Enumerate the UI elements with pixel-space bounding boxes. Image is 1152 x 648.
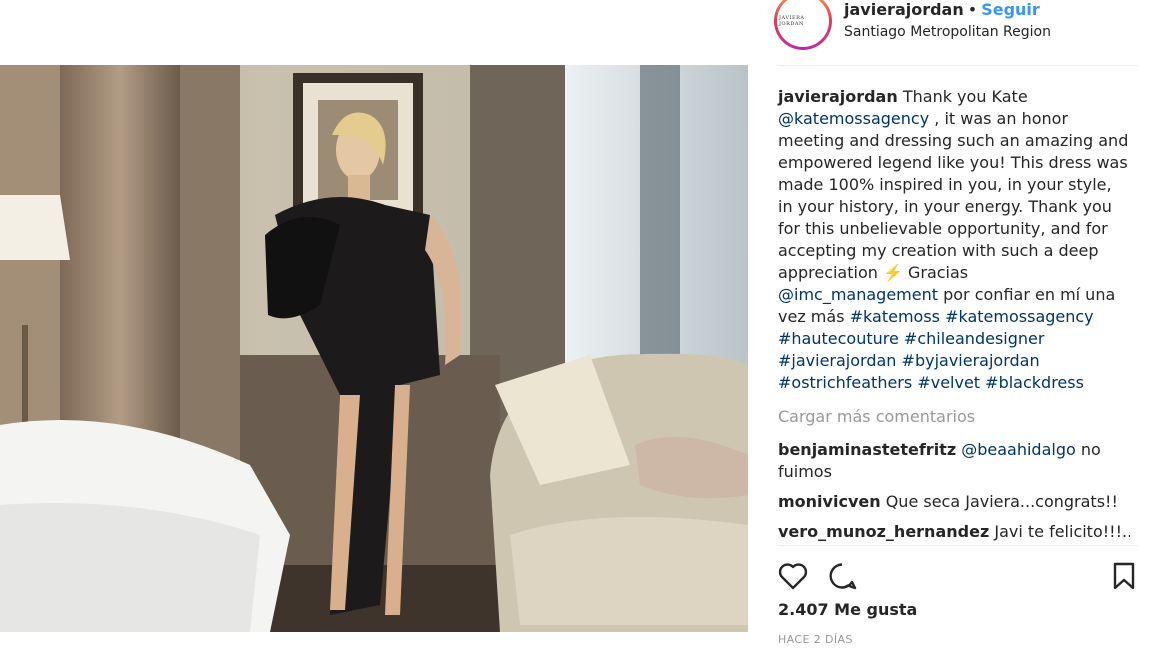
caption-hashtag-link[interactable]: #hautecouture bbox=[778, 329, 899, 348]
caption-hashtag-link[interactable]: #javierajordan bbox=[778, 351, 896, 370]
comment-username-link[interactable]: vero_munoz_hernandez bbox=[778, 522, 989, 541]
comment-item: benjaminastetefritz @beaahidalgo no fuim… bbox=[778, 439, 1130, 483]
avatar[interactable]: JAVIERA JORDAN bbox=[777, 0, 829, 47]
caption-text: Thank you Kate bbox=[902, 87, 1028, 106]
post-caption: javierajordan Thank you Kate @katemossag… bbox=[778, 86, 1130, 394]
caption-mention-link[interactable]: @katemossagency bbox=[778, 109, 929, 128]
load-more-comments-button[interactable]: Cargar más comentarios bbox=[778, 407, 975, 426]
caption-text: , it was an honor meeting and dressing s… bbox=[778, 109, 1129, 282]
post-header: JAVIERA JORDAN javierajordan • Seguir Sant… bbox=[774, 0, 1138, 66]
comment-mention-link[interactable]: @beaahidalgo bbox=[961, 440, 1076, 459]
caption-hashtag-link[interactable]: #velvet bbox=[917, 373, 980, 392]
header-title-row: javierajordan • Seguir bbox=[844, 0, 1040, 20]
likes-count[interactable]: 2.407 Me gusta bbox=[778, 600, 917, 619]
post-photo-illustration bbox=[0, 65, 748, 632]
location-link[interactable]: Santiago Metropolitan Region bbox=[844, 24, 1051, 40]
comment-item: monivicven Que seca Javiera...congrats!! bbox=[778, 491, 1130, 513]
avatar-logo-text: JAVIERA JORDAN bbox=[779, 15, 805, 27]
caption-hashtag-link[interactable]: #chileandesigner bbox=[904, 329, 1045, 348]
caption-hashtag-link[interactable]: #byjavierajordan bbox=[902, 351, 1040, 370]
heart-icon[interactable] bbox=[778, 562, 808, 594]
caption-hashtag-link[interactable]: #katemossagency bbox=[945, 307, 1094, 326]
follow-button[interactable]: Seguir bbox=[981, 0, 1040, 19]
comment-username-link[interactable]: monivicven bbox=[778, 492, 881, 511]
caption-username-link[interactable]: javierajordan bbox=[778, 87, 898, 106]
caption-hashtag-link[interactable]: #ostrichfeathers bbox=[778, 373, 912, 392]
comment-icon[interactable] bbox=[828, 562, 858, 594]
post-sidebar: JAVIERA JORDAN javierajordan • Seguir Sant… bbox=[774, 0, 1138, 648]
bookmark-icon[interactable] bbox=[1112, 562, 1136, 594]
comment-username-link[interactable]: benjaminastetefritz bbox=[778, 440, 956, 459]
comment-text: Javi te felicito!!!... el bbox=[994, 522, 1130, 541]
header-separator: • bbox=[967, 0, 978, 19]
caption-mention-link[interactable]: @imc_management bbox=[778, 285, 938, 304]
comment-text: Que seca Javiera...congrats!! bbox=[885, 492, 1118, 511]
post-actions-bar bbox=[778, 545, 1138, 595]
post-photo[interactable] bbox=[0, 65, 748, 632]
header-username-link[interactable]: javierajordan bbox=[844, 0, 964, 19]
avatar-story-ring[interactable]: JAVIERA JORDAN bbox=[774, 0, 832, 50]
caption-hashtag-link[interactable]: #katemoss bbox=[850, 307, 940, 326]
post-timestamp[interactable]: HACE 2 DÍAS bbox=[778, 633, 853, 646]
caption-hashtag-link[interactable]: #blackdress bbox=[985, 373, 1084, 392]
comment-item: vero_munoz_hernandez Javi te felicito!!!… bbox=[778, 521, 1130, 543]
